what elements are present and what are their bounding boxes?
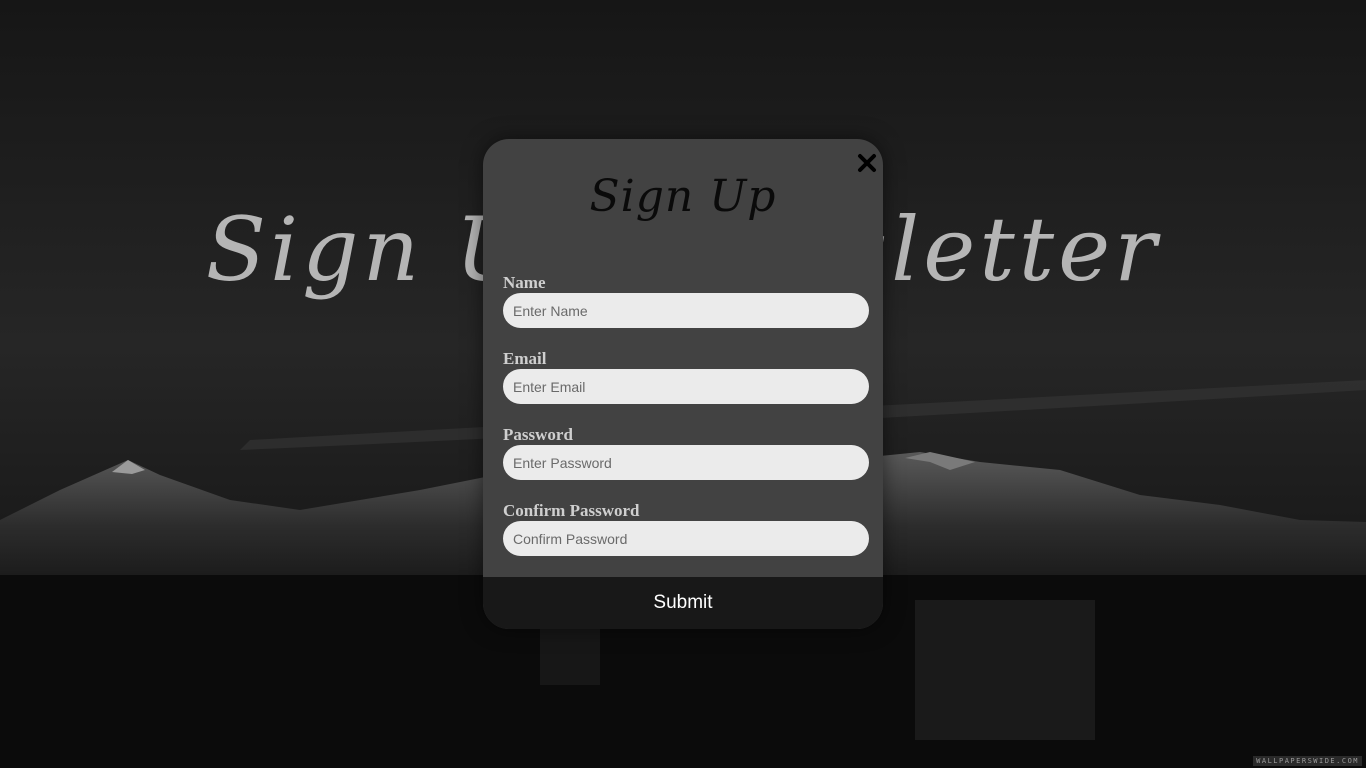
email-field-group: Email <box>503 349 869 404</box>
email-label: Email <box>503 349 547 368</box>
modal-title: Sign Up <box>589 171 777 222</box>
submit-button[interactable]: Submit <box>483 577 883 629</box>
confirm-password-input[interactable] <box>503 521 869 556</box>
confirm-password-label: Confirm Password <box>503 501 640 520</box>
confirm-password-field-group: Confirm Password <box>503 501 869 556</box>
name-label: Name <box>503 273 546 292</box>
email-input[interactable] <box>503 369 869 404</box>
watermark: WALLPAPERSWIDE.COM <box>1253 756 1362 766</box>
password-input[interactable] <box>503 445 869 480</box>
password-field-group: Password <box>503 425 869 480</box>
signup-modal: Sign Up Name Email Password Confirm Pass… <box>483 139 883 629</box>
name-field-group: Name <box>503 273 869 328</box>
name-input[interactable] <box>503 293 869 328</box>
password-label: Password <box>503 425 573 444</box>
